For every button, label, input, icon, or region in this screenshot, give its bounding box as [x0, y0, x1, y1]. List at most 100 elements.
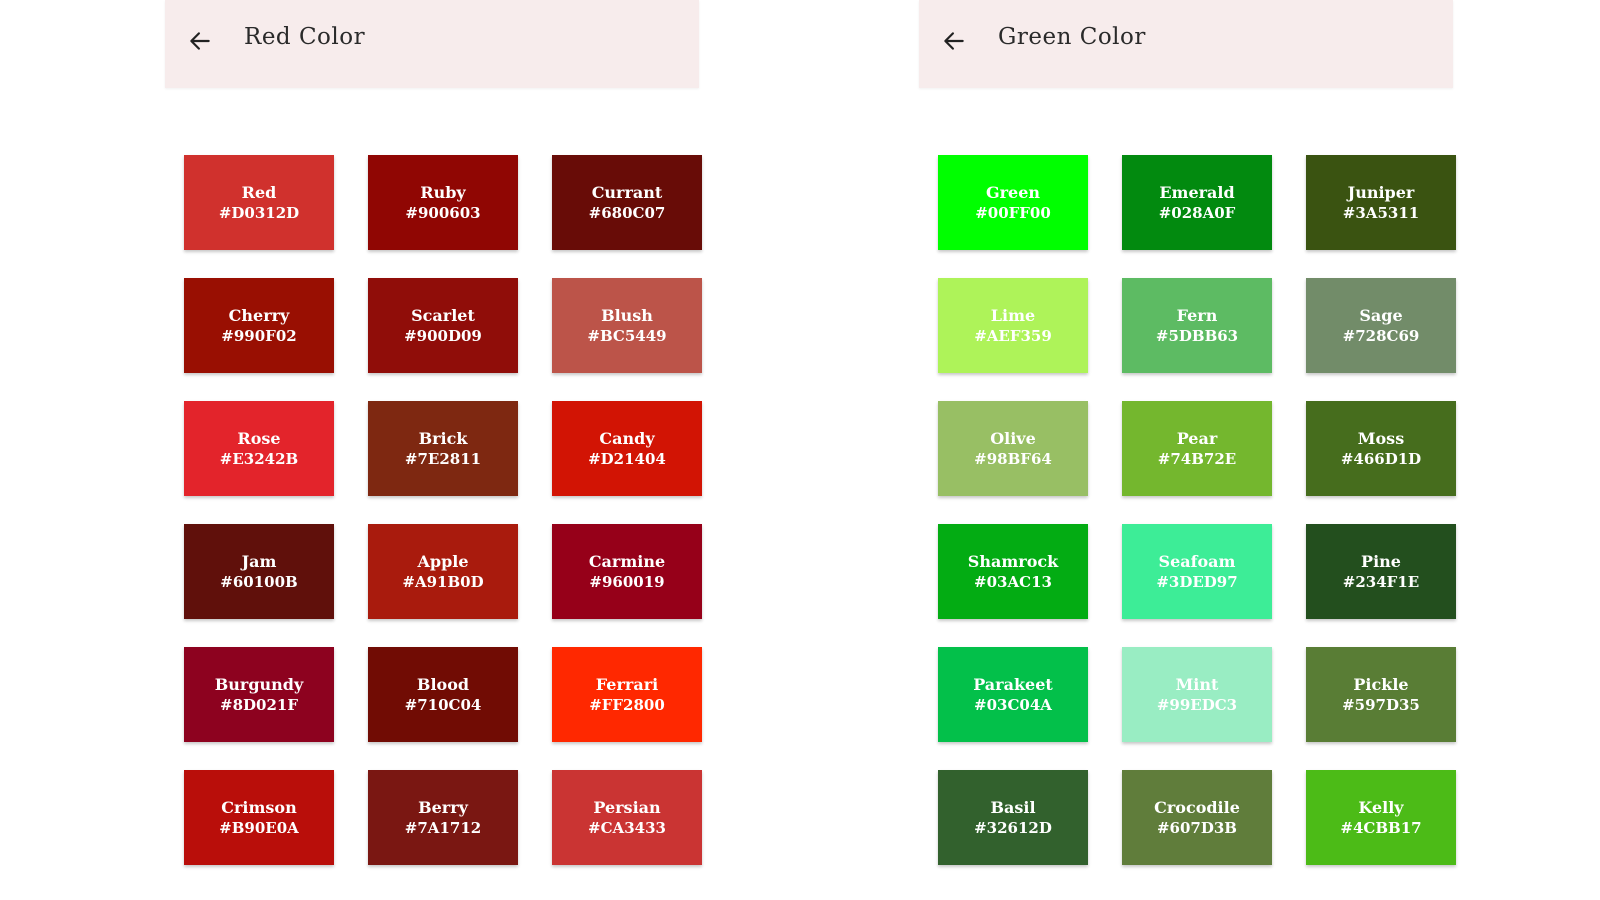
swatch-name: Sage [1359, 305, 1403, 325]
arrow-left-icon [190, 32, 210, 50]
swatch-hex-code: #03C04A [974, 695, 1052, 714]
swatch-hex-code: #960019 [589, 572, 665, 591]
swatch-name: Scarlet [411, 305, 475, 325]
swatch-name: Currant [591, 182, 663, 202]
swatch-hex-code: #98BF64 [974, 449, 1052, 468]
swatch-name: Cherry [228, 305, 290, 325]
color-swatch-brick[interactable]: Brick #7E2811 [368, 401, 518, 496]
green-color-screen: Green Color Green #00FF00 Emerald #028A0F Ju… [919, 0, 1456, 900]
color-swatch-crocodile[interactable]: Crocodile #607D3B [1122, 770, 1272, 865]
color-swatch-scarlet[interactable]: Scarlet #900D09 [368, 278, 518, 373]
color-swatch-moss[interactable]: Moss #466D1D [1306, 401, 1456, 496]
red-color-screen: Red Color Red #D0312D Ruby #900603 Currant #6… [165, 0, 702, 900]
swatch-name: Juniper [1347, 182, 1415, 202]
color-grid: Red #D0312D Ruby #900603 Currant #680C07 Cherr… [184, 155, 702, 865]
color-swatch-juniper[interactable]: Juniper #3A5311 [1306, 155, 1456, 250]
swatch-hex-code: #BC5449 [587, 326, 667, 345]
swatch-name: Red [241, 182, 277, 202]
app-bar: Green Color [919, 0, 1453, 88]
swatch-hex-code: #AEF359 [974, 326, 1052, 345]
color-swatch-currant[interactable]: Currant #680C07 [552, 155, 702, 250]
back-button[interactable] [939, 26, 969, 56]
swatch-hex-code: #4CBB17 [1340, 818, 1422, 837]
color-swatch-burgundy[interactable]: Burgundy #8D021F [184, 647, 334, 742]
color-swatch-shamrock[interactable]: Shamrock #03AC13 [938, 524, 1088, 619]
swatch-name: Kelly [1358, 797, 1404, 817]
color-swatch-sage[interactable]: Sage #728C69 [1306, 278, 1456, 373]
color-swatch-seafoam[interactable]: Seafoam #3DED97 [1122, 524, 1272, 619]
swatch-name: Shamrock [967, 551, 1059, 571]
swatch-name: Pickle [1353, 674, 1409, 694]
swatch-hex-code: #680C07 [588, 203, 666, 222]
swatch-hex-code: #00FF00 [975, 203, 1051, 222]
color-swatch-pickle[interactable]: Pickle #597D35 [1306, 647, 1456, 742]
swatch-hex-code: #32612D [974, 818, 1052, 837]
back-button[interactable] [185, 26, 215, 56]
color-swatch-crimson[interactable]: Crimson #B90E0A [184, 770, 334, 865]
swatch-hex-code: #D0312D [218, 203, 300, 222]
swatch-name: Apple [417, 551, 469, 571]
swatch-hex-code: #7E2811 [404, 449, 482, 468]
swatch-name: Lime [990, 305, 1036, 325]
swatch-name: Burgundy [214, 674, 304, 694]
page-title: Green Color [998, 24, 1146, 50]
color-swatch-parakeet[interactable]: Parakeet #03C04A [938, 647, 1088, 742]
color-swatch-basil[interactable]: Basil #32612D [938, 770, 1088, 865]
swatch-name: Olive [990, 428, 1036, 448]
swatch-name: Carmine [588, 551, 666, 571]
swatch-hex-code: #99EDC3 [1156, 695, 1238, 714]
swatch-hex-code: #900D09 [404, 326, 482, 345]
swatch-hex-code: #607D3B [1156, 818, 1237, 837]
page-title: Red Color [244, 24, 366, 50]
swatch-name: Seafoam [1158, 551, 1236, 571]
color-swatch-berry[interactable]: Berry #7A1712 [368, 770, 518, 865]
color-swatch-ruby[interactable]: Ruby #900603 [368, 155, 518, 250]
color-swatch-jam[interactable]: Jam #60100B [184, 524, 334, 619]
swatch-name: Fern [1176, 305, 1218, 325]
color-swatch-rose[interactable]: Rose #E3242B [184, 401, 334, 496]
color-swatch-olive[interactable]: Olive #98BF64 [938, 401, 1088, 496]
swatch-hex-code: #A91B0D [402, 572, 484, 591]
swatch-hex-code: #CA3433 [588, 818, 666, 837]
swatch-name: Berry [418, 797, 468, 817]
color-swatch-persian[interactable]: Persian #CA3433 [552, 770, 702, 865]
color-grid: Green #00FF00 Emerald #028A0F Juniper #3A5311… [938, 155, 1456, 865]
swatch-name: Moss [1357, 428, 1405, 448]
swatch-hex-code: #028A0F [1158, 203, 1236, 222]
color-swatch-fern[interactable]: Fern #5DBB63 [1122, 278, 1272, 373]
swatch-name: Pine [1361, 551, 1401, 571]
swatch-hex-code: #990F02 [221, 326, 297, 345]
color-swatch-red[interactable]: Red #D0312D [184, 155, 334, 250]
swatch-hex-code: #E3242B [219, 449, 299, 468]
swatch-name: Brick [418, 428, 468, 448]
swatch-hex-code: #8D021F [220, 695, 298, 714]
swatch-name: Mint [1175, 674, 1219, 694]
swatch-hex-code: #728C69 [1342, 326, 1420, 345]
color-swatch-apple[interactable]: Apple #A91B0D [368, 524, 518, 619]
swatch-name: Pear [1176, 428, 1218, 448]
swatch-name: Rose [237, 428, 281, 448]
color-swatch-kelly[interactable]: Kelly #4CBB17 [1306, 770, 1456, 865]
swatch-hex-code: #3DED97 [1156, 572, 1238, 591]
color-swatch-pear[interactable]: Pear #74B72E [1122, 401, 1272, 496]
color-swatch-pine[interactable]: Pine #234F1E [1306, 524, 1456, 619]
arrow-left-icon [944, 32, 964, 50]
color-swatch-blood[interactable]: Blood #710C04 [368, 647, 518, 742]
swatch-name: Emerald [1159, 182, 1235, 202]
swatch-name: Green [985, 182, 1041, 202]
swatch-name: Jam [241, 551, 277, 571]
color-swatch-mint[interactable]: Mint #99EDC3 [1122, 647, 1272, 742]
color-swatch-carmine[interactable]: Carmine #960019 [552, 524, 702, 619]
color-swatch-green[interactable]: Green #00FF00 [938, 155, 1088, 250]
color-swatch-lime[interactable]: Lime #AEF359 [938, 278, 1088, 373]
color-swatch-candy[interactable]: Candy #D21404 [552, 401, 702, 496]
color-swatch-ferrari[interactable]: Ferrari #FF2800 [552, 647, 702, 742]
swatch-name: Persian [593, 797, 661, 817]
swatch-hex-code: #D21404 [588, 449, 666, 468]
swatch-name: Ferrari [595, 674, 659, 694]
color-swatch-blush[interactable]: Blush #BC5449 [552, 278, 702, 373]
color-swatch-cherry[interactable]: Cherry #990F02 [184, 278, 334, 373]
color-swatch-emerald[interactable]: Emerald #028A0F [1122, 155, 1272, 250]
swatch-hex-code: #03AC13 [974, 572, 1052, 591]
swatch-hex-code: #FF2800 [589, 695, 665, 714]
